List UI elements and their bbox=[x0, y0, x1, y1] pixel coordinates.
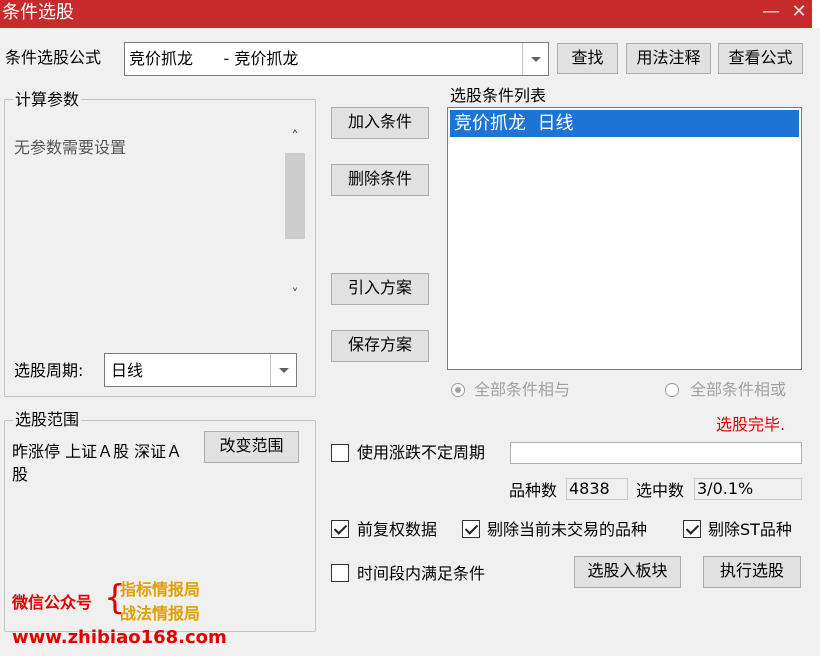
exclude-untraded-checkbox[interactable] bbox=[462, 520, 480, 538]
period-combo[interactable]: 日线 bbox=[104, 353, 297, 387]
params-scrollbar[interactable]: ˄ ˅ bbox=[283, 125, 307, 315]
selected-count-value: 3/0.1% bbox=[694, 478, 802, 500]
add-condition-button[interactable]: 加入条件 bbox=[331, 107, 429, 139]
formula-dropdown-arrow[interactable] bbox=[522, 43, 548, 75]
watermark-line-1: 指标情报局 bbox=[120, 580, 201, 599]
radio-and-label: 全部条件相与 bbox=[474, 380, 571, 399]
adjust-label: 前复权数据 bbox=[357, 520, 438, 539]
minimize-button[interactable]: — bbox=[758, 2, 784, 24]
change-scope-button[interactable]: 改变范围 bbox=[204, 431, 299, 463]
delete-condition-button[interactable]: 删除条件 bbox=[331, 164, 429, 196]
scrollbar-thumb[interactable] bbox=[285, 153, 305, 239]
title-bar-highlight bbox=[0, 0, 812, 28]
exclude-st-label: 剔除ST品种 bbox=[708, 520, 792, 539]
list-item[interactable]: 竞价抓龙 日线 bbox=[450, 110, 799, 137]
exclude-st-checkbox[interactable] bbox=[683, 520, 701, 538]
params-message: 无参数需要设置 bbox=[14, 138, 127, 157]
status-message: 选股完毕. bbox=[716, 415, 786, 434]
radio-or[interactable] bbox=[665, 383, 679, 397]
params-group-title: 计算参数 bbox=[13, 90, 82, 110]
formula-label: 条件选股公式 bbox=[5, 48, 102, 67]
period-dropdown-arrow[interactable] bbox=[270, 354, 296, 386]
scope-group-title: 选股范围 bbox=[13, 410, 82, 430]
run-selection-button[interactable]: 执行选股 bbox=[703, 556, 801, 588]
time-range-label: 时间段内满足条件 bbox=[357, 564, 486, 583]
find-button[interactable]: 查找 bbox=[557, 43, 618, 74]
watermark-line-2: 战法情报局 bbox=[120, 604, 201, 623]
variable-period-label: 使用涨跌不定周期 bbox=[357, 443, 486, 462]
period-label: 选股周期: bbox=[14, 361, 84, 380]
radio-and[interactable] bbox=[451, 383, 465, 397]
time-range-checkbox[interactable] bbox=[331, 564, 349, 582]
formula-combo[interactable]: 竞价抓龙 - 竞价抓龙 bbox=[124, 42, 549, 76]
radio-or-label: 全部条件相或 bbox=[690, 380, 787, 399]
add-to-block-button[interactable]: 选股入板块 bbox=[574, 556, 681, 588]
scope-text: 昨涨停 上证Ａ股 深证Ａ股 bbox=[12, 442, 183, 484]
close-button[interactable]: ✕ bbox=[786, 2, 812, 24]
variable-period-checkbox[interactable] bbox=[331, 444, 349, 462]
watermark-url: www.zhibiao168.com bbox=[12, 627, 227, 648]
save-plan-button[interactable]: 保存方案 bbox=[331, 330, 429, 362]
scroll-down-icon[interactable]: ˅ bbox=[283, 287, 307, 307]
condition-list[interactable]: 竞价抓龙 日线 bbox=[447, 107, 802, 370]
selected-count-label: 选中数 bbox=[636, 481, 685, 500]
usage-notes-button[interactable]: 用法注释 bbox=[626, 43, 711, 74]
variable-period-input[interactable] bbox=[510, 442, 802, 464]
count-label: 品种数 bbox=[509, 481, 558, 500]
chevron-down-icon bbox=[278, 368, 289, 373]
adjust-checkbox[interactable] bbox=[331, 520, 349, 538]
import-plan-button[interactable]: 引入方案 bbox=[331, 273, 429, 305]
scroll-up-icon[interactable]: ˄ bbox=[283, 129, 307, 149]
window-title: 条件选股 bbox=[2, 2, 74, 23]
exclude-untraded-label: 剔除当前未交易的品种 bbox=[487, 520, 648, 539]
watermark-wechat-label: 微信公众号 bbox=[12, 593, 93, 612]
condition-list-title: 选股条件列表 bbox=[450, 86, 547, 105]
count-value: 4838 bbox=[566, 478, 628, 500]
formula-value: 竞价抓龙 - 竞价抓龙 bbox=[129, 49, 299, 68]
view-formula-button[interactable]: 查看公式 bbox=[718, 43, 803, 74]
chevron-down-icon bbox=[530, 57, 541, 62]
period-value: 日线 bbox=[111, 361, 144, 380]
